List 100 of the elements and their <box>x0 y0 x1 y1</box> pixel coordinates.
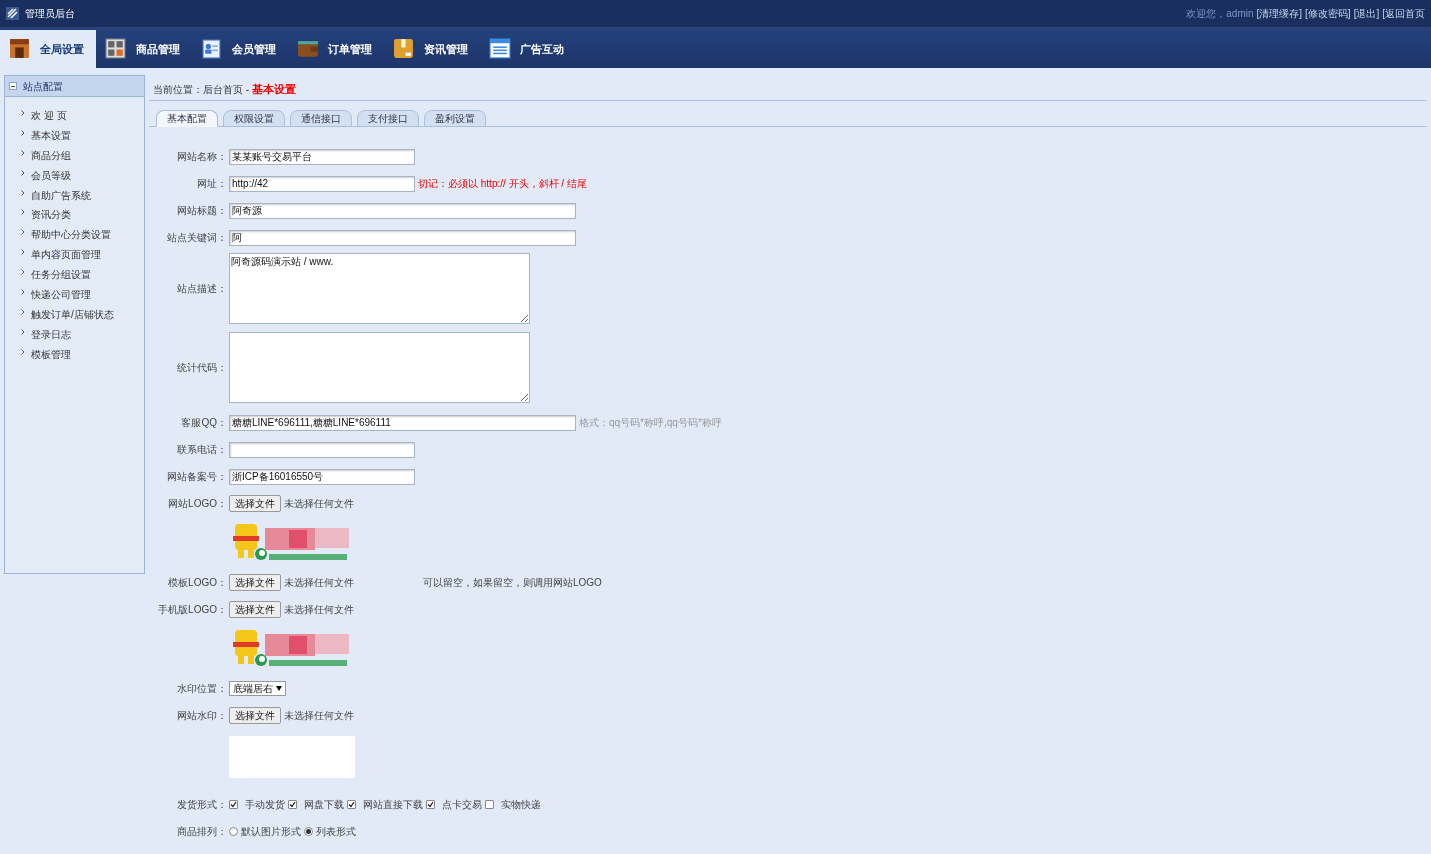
file-status: 未选择任何文件 <box>284 576 354 590</box>
option-label: 网站直接下载 <box>363 798 423 812</box>
select-field[interactable]: 底端居右 <box>229 681 286 696</box>
nav-tab[interactable]: 资讯管理 <box>384 30 480 68</box>
box-icon <box>393 38 415 60</box>
field-label: 模板LOGO： <box>168 576 227 590</box>
header-link[interactable]: [退出] <box>1353 6 1380 21</box>
chevron-icon <box>21 249 25 256</box>
choose-file-button[interactable]: 选择文件 <box>229 495 281 512</box>
option-label: 列表形式 <box>316 825 356 839</box>
chevron-icon <box>21 169 25 176</box>
radio-button[interactable] <box>229 827 238 836</box>
pencil-icon <box>6 7 19 20</box>
field-label: 客服QQ： <box>181 416 227 430</box>
text-field[interactable]: 阿 <box>229 229 576 246</box>
warning-text: 切记：必须以 http:// 开头，斜杆 / 结尾 <box>418 177 587 191</box>
sidebar-item[interactable]: 商品分组 <box>31 147 71 163</box>
sidebar-title: 站点配置 <box>23 79 63 94</box>
nav-tab[interactable]: 商品管理 <box>96 30 192 68</box>
text-field[interactable]: 阿奇源 <box>229 202 576 219</box>
field-label: 网站LOGO： <box>168 497 227 511</box>
field-label: 站点关键词： <box>167 231 227 245</box>
field-label: 手机版LOGO： <box>158 603 227 617</box>
checkbox[interactable] <box>229 800 238 809</box>
welcome-text: 欢迎您，admin <box>1186 7 1254 21</box>
chevron-icon <box>21 209 25 216</box>
collapse-icon[interactable] <box>9 82 17 90</box>
wallet-icon <box>297 38 319 60</box>
sub-tab[interactable]: 通信接口 <box>290 110 352 127</box>
option-label: 实物快递 <box>501 798 541 812</box>
chevron-icon <box>21 229 25 236</box>
field-label: 联系电话： <box>177 443 227 457</box>
chevron-icon <box>21 328 25 335</box>
choose-file-button[interactable]: 选择文件 <box>229 601 281 618</box>
field-label: 站点描述： <box>177 282 227 296</box>
text-field[interactable]: http://42 <box>229 175 415 192</box>
sidebar-item[interactable]: 任务分组设置 <box>31 267 91 283</box>
field-label: 水印位置： <box>177 682 227 696</box>
list-icon <box>489 38 511 60</box>
option-label: 点卡交易 <box>442 798 482 812</box>
chevron-icon <box>21 348 25 355</box>
checkbox[interactable] <box>347 800 356 809</box>
choose-file-button[interactable]: 选择文件 <box>229 574 281 591</box>
sidebar-item[interactable]: 基本设置 <box>31 127 71 143</box>
grid-icon <box>105 38 127 60</box>
sidebar-item[interactable]: 登录日志 <box>31 326 71 342</box>
chevron-icon <box>21 269 25 276</box>
app-title: 管理员后台 <box>25 7 75 21</box>
chevron-icon <box>21 129 25 136</box>
text-field[interactable]: 浙ICP备16016550号 <box>229 468 415 485</box>
field-label: 发货形式： <box>177 798 227 812</box>
help-text: 可以留空，如果留空，则调用网站LOGO <box>423 576 602 590</box>
chevron-icon <box>21 289 25 295</box>
sub-tab[interactable]: 支付接口 <box>357 110 419 127</box>
nav-tab[interactable]: 订单管理 <box>288 30 384 68</box>
file-status: 未选择任何文件 <box>284 709 354 723</box>
field-label: 网站备案号： <box>167 470 227 484</box>
text-field[interactable]: 糖糖LINE*696111,糖糖LINE*696111 <box>229 414 576 431</box>
option-label: 默认图片形式 <box>241 825 301 839</box>
sidebar-item[interactable]: 资讯分类 <box>31 207 71 223</box>
sidebar-item[interactable]: 欢 迎 页 <box>31 108 67 123</box>
checkbox[interactable] <box>288 800 297 809</box>
nav-tab[interactable]: 会员管理 <box>192 30 288 68</box>
nav-tab[interactable]: 广告互动 <box>480 30 576 68</box>
text-field[interactable] <box>229 441 415 458</box>
sidebar-item[interactable]: 会员等级 <box>31 167 71 183</box>
text-area[interactable]: 阿奇源码演示站 / www. <box>229 253 530 324</box>
checkbox[interactable] <box>426 800 435 809</box>
nav-tab[interactable]: 全局设置 <box>0 30 96 68</box>
sidebar-item[interactable]: 单内容页面管理 <box>31 247 101 263</box>
sidebar-item[interactable]: 快递公司管理 <box>31 287 91 302</box>
field-label: 网站名称： <box>177 150 227 164</box>
sub-tab[interactable]: 权限设置 <box>223 110 285 127</box>
shop-icon <box>9 38 31 60</box>
text-field[interactable]: 某某账号交易平台 <box>229 148 415 165</box>
sidebar-item[interactable]: 自助广告系统 <box>31 187 91 203</box>
choose-file-button[interactable]: 选择文件 <box>229 707 281 724</box>
sub-tab[interactable]: 盈利设置 <box>424 110 486 127</box>
chevron-icon <box>21 308 25 315</box>
sub-tab[interactable]: 基本配置 <box>156 110 218 127</box>
field-label: 统计代码： <box>177 361 227 375</box>
radio-button[interactable] <box>304 827 313 836</box>
field-label: 商品排列： <box>177 825 227 839</box>
sidebar-item[interactable]: 触发订单/店铺状态 <box>31 306 114 322</box>
breadcrumb: 当前位置：后台首页 - 基本设置 <box>153 81 296 97</box>
sidebar-item[interactable]: 帮助中心分类设置 <box>31 227 111 243</box>
field-label: 网站标题： <box>177 204 227 218</box>
field-label: 网站水印： <box>177 709 227 723</box>
header-link[interactable]: [返回首页 <box>1382 6 1425 21</box>
chevron-icon <box>21 189 25 196</box>
sidebar-item[interactable]: 模板管理 <box>31 346 71 362</box>
id-card-icon <box>201 38 223 60</box>
caret-icon <box>276 686 282 691</box>
checkbox[interactable] <box>485 800 494 809</box>
header-link[interactable]: [清理缓存] <box>1256 6 1303 21</box>
file-status: 未选择任何文件 <box>284 497 354 511</box>
file-status: 未选择任何文件 <box>284 603 354 617</box>
header-link[interactable]: [修改密码] <box>1305 6 1351 21</box>
format-hint: 格式：qq号码*称呼,qq号码*称呼 <box>579 416 722 430</box>
field-label: 网址： <box>197 177 227 191</box>
